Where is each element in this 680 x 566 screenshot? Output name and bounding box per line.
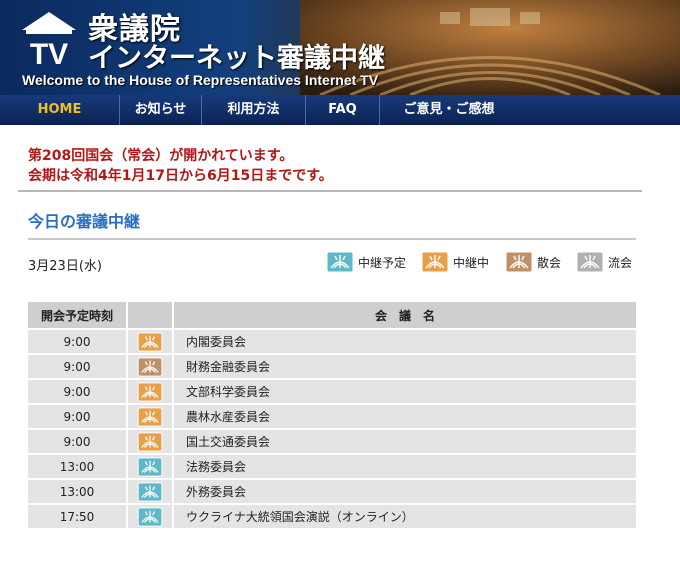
- table-row[interactable]: 9:00 財務金融委員会: [28, 353, 636, 378]
- row-status: [128, 403, 174, 428]
- row-status: [128, 328, 174, 353]
- header-banner: TV 衆議院 インターネット審議中継 Welcome to the House …: [0, 0, 680, 95]
- row-status: [128, 378, 174, 403]
- row-meeting-name[interactable]: 財務金融委員会: [174, 353, 636, 378]
- nav-feedback[interactable]: ご意見・ご感想: [380, 95, 518, 125]
- legend-scheduled-icon: [326, 251, 354, 273]
- broadcast-date: 3月23日(水): [28, 259, 102, 274]
- row-status: [128, 353, 174, 378]
- table-row[interactable]: 9:00 文部科学委員会: [28, 378, 636, 403]
- row-time: 9:00: [28, 378, 128, 403]
- row-time: 9:00: [28, 403, 128, 428]
- row-meeting-name[interactable]: 外務委員会: [174, 478, 636, 503]
- legend-cancelled-icon: [576, 251, 604, 273]
- row-status: [128, 453, 174, 478]
- schedule-rows: 9:00 内閣委員会 9:00 財務金融委員会 9:00 文部科学委員会 9:00 農林水産委…: [28, 328, 636, 528]
- table-row[interactable]: 13:00 外務委員会: [28, 478, 636, 503]
- legend-cancelled: 流会: [576, 251, 632, 273]
- status-live-icon[interactable]: [137, 431, 163, 452]
- status-scheduled-icon[interactable]: [137, 481, 163, 502]
- row-status: [128, 478, 174, 503]
- row-meeting-name[interactable]: 国土交通委員会: [174, 428, 636, 453]
- status-live-icon[interactable]: [137, 406, 163, 427]
- row-time: 17:50: [28, 503, 128, 528]
- row-status: [128, 503, 174, 528]
- site-title-english: Welcome to the House of Representatives …: [22, 72, 379, 88]
- row-time: 9:00: [28, 353, 128, 378]
- status-live-icon[interactable]: [137, 381, 163, 402]
- section-divider: [28, 238, 636, 240]
- header-name: 会 議 名: [174, 302, 636, 328]
- row-time: 9:00: [28, 328, 128, 353]
- legend-label: 中継予定: [358, 255, 407, 270]
- row-status: [128, 428, 174, 453]
- legend-scheduled: 中継予定: [326, 251, 406, 273]
- legend-live-icon: [421, 251, 449, 273]
- legend-label: 流会: [608, 255, 633, 270]
- table-row[interactable]: 9:00 国土交通委員会: [28, 428, 636, 453]
- row-time: 9:00: [28, 428, 128, 453]
- header-status: [128, 302, 174, 328]
- row-meeting-name[interactable]: 文部科学委員会: [174, 378, 636, 403]
- nav-howto[interactable]: 利用方法: [202, 95, 306, 125]
- nav-faq[interactable]: FAQ: [306, 95, 380, 125]
- table-row[interactable]: 9:00 内閣委員会: [28, 328, 636, 353]
- table-row[interactable]: 17:50 ウクライナ大統領国会演説（オンライン）: [28, 503, 636, 528]
- status-adjourned-icon[interactable]: [137, 356, 163, 377]
- header-time: 開会予定時刻: [28, 302, 128, 328]
- status-scheduled-icon[interactable]: [137, 506, 163, 527]
- table-row[interactable]: 9:00 農林水産委員会: [28, 403, 636, 428]
- row-meeting-name[interactable]: 法務委員会: [174, 453, 636, 478]
- row-meeting-name[interactable]: 農林水産委員会: [174, 403, 636, 428]
- legend-adjourned-icon: [505, 251, 533, 273]
- section-title: 今日の審議中継: [28, 212, 141, 231]
- legend-label: 中継中: [453, 255, 490, 270]
- legend-label: 散会: [537, 255, 562, 270]
- table-row[interactable]: 13:00 法務委員会: [28, 453, 636, 478]
- site-title-secondary: インターネット審議中継: [88, 43, 385, 74]
- nav-home[interactable]: HOME: [0, 95, 120, 125]
- logo-text: TV: [30, 38, 68, 70]
- legend-adjourned: 散会: [505, 251, 561, 273]
- table-header-row: 開会予定時刻 会 議 名: [28, 302, 636, 328]
- notice-line-2: 会期は令和4年1月17日から6月15日までです。: [28, 168, 333, 184]
- notice-divider: [18, 190, 642, 192]
- status-live-icon[interactable]: [137, 331, 163, 352]
- row-meeting-name[interactable]: ウクライナ大統領国会演説（オンライン）: [174, 503, 636, 528]
- row-time: 13:00: [28, 453, 128, 478]
- row-meeting-name[interactable]: 内閣委員会: [174, 328, 636, 353]
- house-logo-icon: TV: [22, 12, 76, 70]
- schedule-table: 開会予定時刻 会 議 名 9:00 内閣委員会 9:00 財務金融委員会 9:00 文部科…: [28, 302, 636, 528]
- status-scheduled-icon[interactable]: [137, 456, 163, 477]
- row-time: 13:00: [28, 478, 128, 503]
- session-notice: 第208回国会（常会）が開かれています。 会期は令和4年1月17日から6月15日…: [28, 146, 333, 186]
- nav-news[interactable]: お知らせ: [120, 95, 202, 125]
- legend-live: 中継中: [421, 251, 489, 273]
- main-nav: HOME お知らせ 利用方法 FAQ ご意見・ご感想: [0, 95, 680, 125]
- notice-line-1: 第208回国会（常会）が開かれています。: [28, 148, 294, 164]
